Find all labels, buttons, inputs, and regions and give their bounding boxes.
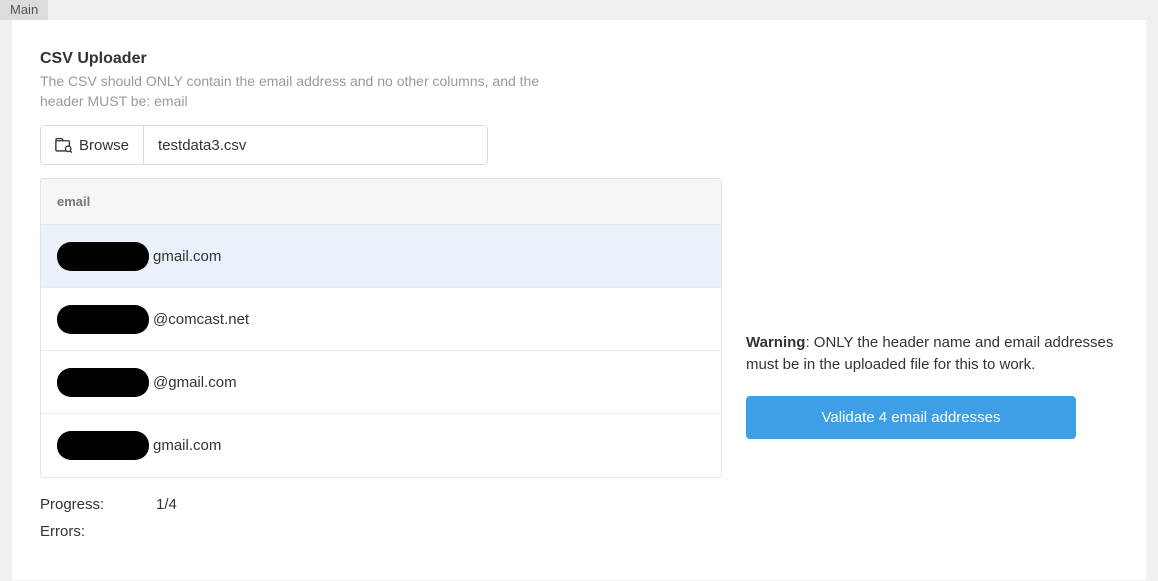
side-column: Warning: ONLY the header name and email … [746,50,1118,540]
email-cell: @comcast.net [153,311,249,328]
table-row[interactable]: gmail.com [41,225,721,288]
redacted-text [57,242,149,271]
progress-label: Progress: [40,496,156,513]
uploader-description: The CSV should ONLY contain the email ad… [40,72,560,111]
file-name: testdata3.csv [144,126,487,164]
main-panel: CSV Uploader The CSV should ONLY contain… [12,20,1146,580]
progress-value: 1/4 [156,496,177,513]
browse-icon [55,137,72,153]
tab-bar: Main [0,0,1158,20]
uploader-column: CSV Uploader The CSV should ONLY contain… [40,50,722,540]
errors-row: Errors: [40,523,722,540]
uploader-title: CSV Uploader [40,50,722,68]
email-table: email gmail.com @comcast.net @gmail.com … [40,178,722,478]
validate-button[interactable]: Validate 4 email addresses [746,396,1076,439]
warning-text: Warning: ONLY the header name and email … [746,332,1118,376]
browse-label: Browse [79,137,129,154]
errors-label: Errors: [40,523,156,540]
table-row[interactable]: gmail.com [41,414,721,477]
tab-main[interactable]: Main [0,0,48,20]
file-picker: Browse testdata3.csv [40,125,488,165]
redacted-text [57,368,149,397]
redacted-text [57,305,149,334]
redacted-text [57,431,149,460]
email-cell: gmail.com [153,437,221,454]
table-header-email: email [41,179,721,225]
table-row[interactable]: @comcast.net [41,288,721,351]
email-cell: gmail.com [153,248,221,265]
warning-strong: Warning [746,334,805,351]
table-row[interactable]: @gmail.com [41,351,721,414]
progress-row: Progress: 1/4 [40,496,722,513]
email-cell: @gmail.com [153,374,237,391]
browse-button[interactable]: Browse [41,126,144,164]
